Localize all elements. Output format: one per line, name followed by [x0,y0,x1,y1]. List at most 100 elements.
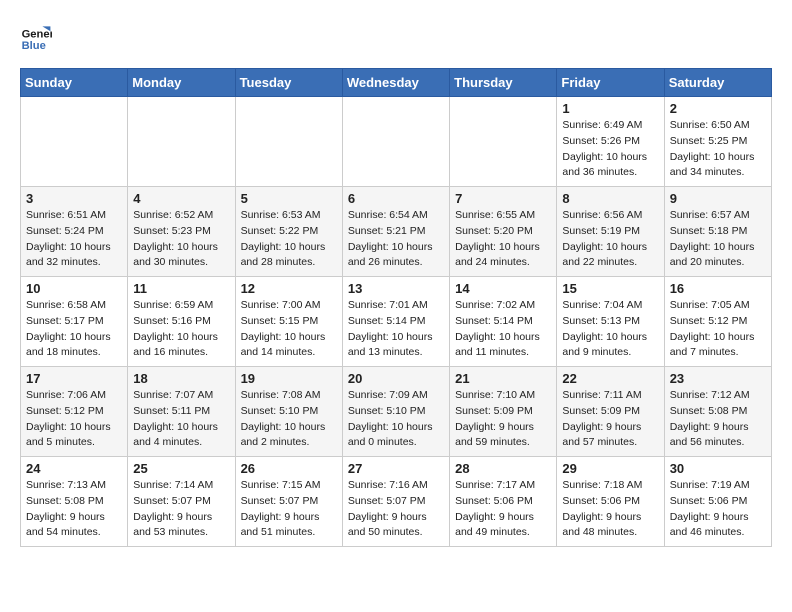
day-number: 26 [241,461,337,476]
calendar-row: 1Sunrise: 6:49 AM Sunset: 5:26 PM Daylig… [21,97,772,187]
day-number: 7 [455,191,551,206]
logo: General Blue [20,20,56,52]
calendar-table: SundayMondayTuesdayWednesdayThursdayFrid… [20,68,772,547]
day-number: 28 [455,461,551,476]
day-number: 20 [348,371,444,386]
svg-text:Blue: Blue [22,40,46,52]
day-info: Sunrise: 7:11 AM Sunset: 5:09 PM Dayligh… [562,388,658,451]
day-number: 23 [670,371,766,386]
day-info: Sunrise: 7:12 AM Sunset: 5:08 PM Dayligh… [670,388,766,451]
day-number: 4 [133,191,229,206]
day-header: Monday [128,69,235,97]
day-number: 29 [562,461,658,476]
day-info: Sunrise: 6:59 AM Sunset: 5:16 PM Dayligh… [133,298,229,361]
calendar-cell: 13 Sunrise: 7:01 AM Sunset: 5:14 PM Dayli… [342,277,449,367]
day-info: Sunrise: 6:49 AM Sunset: 5:26 PM Dayligh… [562,118,658,181]
calendar-cell: 26 Sunrise: 7:15 AM Sunset: 5:07 PM Dayli… [235,457,342,547]
day-number: 27 [348,461,444,476]
svg-text:General: General [22,29,52,41]
day-number: 10 [26,281,122,296]
day-number: 13 [348,281,444,296]
day-number: 6 [348,191,444,206]
calendar-cell: 8 Sunrise: 6:56 AM Sunset: 5:19 PM Daylig… [557,187,664,277]
day-info: Sunrise: 7:08 AM Sunset: 5:10 PM Dayligh… [241,388,337,451]
calendar-cell: 21Sunrise: 7:10 AM Sunset: 5:09 PM Dayli… [450,367,557,457]
day-info: Sunrise: 7:04 AM Sunset: 5:13 PM Dayligh… [562,298,658,361]
day-number: 9 [670,191,766,206]
header: General Blue [20,20,772,52]
calendar-cell: 16 Sunrise: 7:05 AM Sunset: 5:12 PM Dayli… [664,277,771,367]
calendar-cell: 15 Sunrise: 7:04 AM Sunset: 5:13 PM Dayli… [557,277,664,367]
calendar-cell: 24Sunrise: 7:13 AM Sunset: 5:08 PM Dayli… [21,457,128,547]
calendar-cell [21,97,128,187]
day-number: 25 [133,461,229,476]
day-info: Sunrise: 7:06 AM Sunset: 5:12 PM Dayligh… [26,388,122,451]
day-info: Sunrise: 7:00 AM Sunset: 5:15 PM Dayligh… [241,298,337,361]
calendar-cell: 20 Sunrise: 7:09 AM Sunset: 5:10 PM Dayli… [342,367,449,457]
calendar-cell: 27 Sunrise: 7:16 AM Sunset: 5:07 PM Dayli… [342,457,449,547]
day-info: Sunrise: 6:51 AM Sunset: 5:24 PM Dayligh… [26,208,122,271]
day-info: Sunrise: 7:05 AM Sunset: 5:12 PM Dayligh… [670,298,766,361]
calendar-row: 10 Sunrise: 6:58 AM Sunset: 5:17 PM Dayli… [21,277,772,367]
calendar-cell: 9 Sunrise: 6:57 AM Sunset: 5:18 PM Daylig… [664,187,771,277]
calendar-cell: 5 Sunrise: 6:53 AM Sunset: 5:22 PM Daylig… [235,187,342,277]
day-number: 21 [455,371,551,386]
day-info: Sunrise: 7:09 AM Sunset: 5:10 PM Dayligh… [348,388,444,451]
day-number: 12 [241,281,337,296]
calendar-cell [128,97,235,187]
day-info: Sunrise: 6:58 AM Sunset: 5:17 PM Dayligh… [26,298,122,361]
day-info: Sunrise: 7:15 AM Sunset: 5:07 PM Dayligh… [241,478,337,541]
day-info: Sunrise: 7:14 AM Sunset: 5:07 PM Dayligh… [133,478,229,541]
calendar-row: 3 Sunrise: 6:51 AM Sunset: 5:24 PM Daylig… [21,187,772,277]
calendar-cell: 25 Sunrise: 7:14 AM Sunset: 5:07 PM Dayli… [128,457,235,547]
calendar-cell: 29 Sunrise: 7:18 AM Sunset: 5:06 PM Dayli… [557,457,664,547]
calendar-cell: 6 Sunrise: 6:54 AM Sunset: 5:21 PM Daylig… [342,187,449,277]
day-header: Tuesday [235,69,342,97]
day-info: Sunrise: 6:57 AM Sunset: 5:18 PM Dayligh… [670,208,766,271]
day-info: Sunrise: 6:53 AM Sunset: 5:22 PM Dayligh… [241,208,337,271]
calendar-cell: 28 Sunrise: 7:17 AM Sunset: 5:06 PM Dayli… [450,457,557,547]
day-info: Sunrise: 6:52 AM Sunset: 5:23 PM Dayligh… [133,208,229,271]
calendar-cell: 2 Sunrise: 6:50 AM Sunset: 5:25 PM Daylig… [664,97,771,187]
day-number: 8 [562,191,658,206]
calendar-cell: 19 Sunrise: 7:08 AM Sunset: 5:10 PM Dayli… [235,367,342,457]
calendar-cell: 23 Sunrise: 7:12 AM Sunset: 5:08 PM Dayli… [664,367,771,457]
day-header: Sunday [21,69,128,97]
day-info: Sunrise: 7:16 AM Sunset: 5:07 PM Dayligh… [348,478,444,541]
day-info: Sunrise: 7:17 AM Sunset: 5:06 PM Dayligh… [455,478,551,541]
day-header: Saturday [664,69,771,97]
calendar-cell [235,97,342,187]
day-info: Sunrise: 6:56 AM Sunset: 5:19 PM Dayligh… [562,208,658,271]
day-info: Sunrise: 7:18 AM Sunset: 5:06 PM Dayligh… [562,478,658,541]
day-number: 5 [241,191,337,206]
day-number: 11 [133,281,229,296]
day-number: 16 [670,281,766,296]
day-number: 18 [133,371,229,386]
calendar-row: 17 Sunrise: 7:06 AM Sunset: 5:12 PM Dayli… [21,367,772,457]
calendar-cell: 4 Sunrise: 6:52 AM Sunset: 5:23 PM Daylig… [128,187,235,277]
day-number: 22 [562,371,658,386]
calendar-cell: 10 Sunrise: 6:58 AM Sunset: 5:17 PM Dayli… [21,277,128,367]
calendar-cell: 3 Sunrise: 6:51 AM Sunset: 5:24 PM Daylig… [21,187,128,277]
calendar-cell: 14Sunrise: 7:02 AM Sunset: 5:14 PM Dayli… [450,277,557,367]
day-number: 19 [241,371,337,386]
day-number: 17 [26,371,122,386]
calendar-row: 24Sunrise: 7:13 AM Sunset: 5:08 PM Dayli… [21,457,772,547]
day-info: Sunrise: 7:19 AM Sunset: 5:06 PM Dayligh… [670,478,766,541]
day-number: 14 [455,281,551,296]
logo-icon: General Blue [20,20,52,52]
calendar-cell [342,97,449,187]
day-number: 2 [670,101,766,116]
day-info: Sunrise: 6:54 AM Sunset: 5:21 PM Dayligh… [348,208,444,271]
day-number: 3 [26,191,122,206]
day-info: Sunrise: 6:50 AM Sunset: 5:25 PM Dayligh… [670,118,766,181]
day-info: Sunrise: 7:01 AM Sunset: 5:14 PM Dayligh… [348,298,444,361]
day-number: 15 [562,281,658,296]
day-number: 30 [670,461,766,476]
calendar-cell: 18 Sunrise: 7:07 AM Sunset: 5:11 PM Dayli… [128,367,235,457]
day-number: 24 [26,461,122,476]
day-info: Sunrise: 7:07 AM Sunset: 5:11 PM Dayligh… [133,388,229,451]
day-header: Thursday [450,69,557,97]
day-info: Sunrise: 6:55 AM Sunset: 5:20 PM Dayligh… [455,208,551,271]
calendar-cell: 30 Sunrise: 7:19 AM Sunset: 5:06 PM Dayli… [664,457,771,547]
